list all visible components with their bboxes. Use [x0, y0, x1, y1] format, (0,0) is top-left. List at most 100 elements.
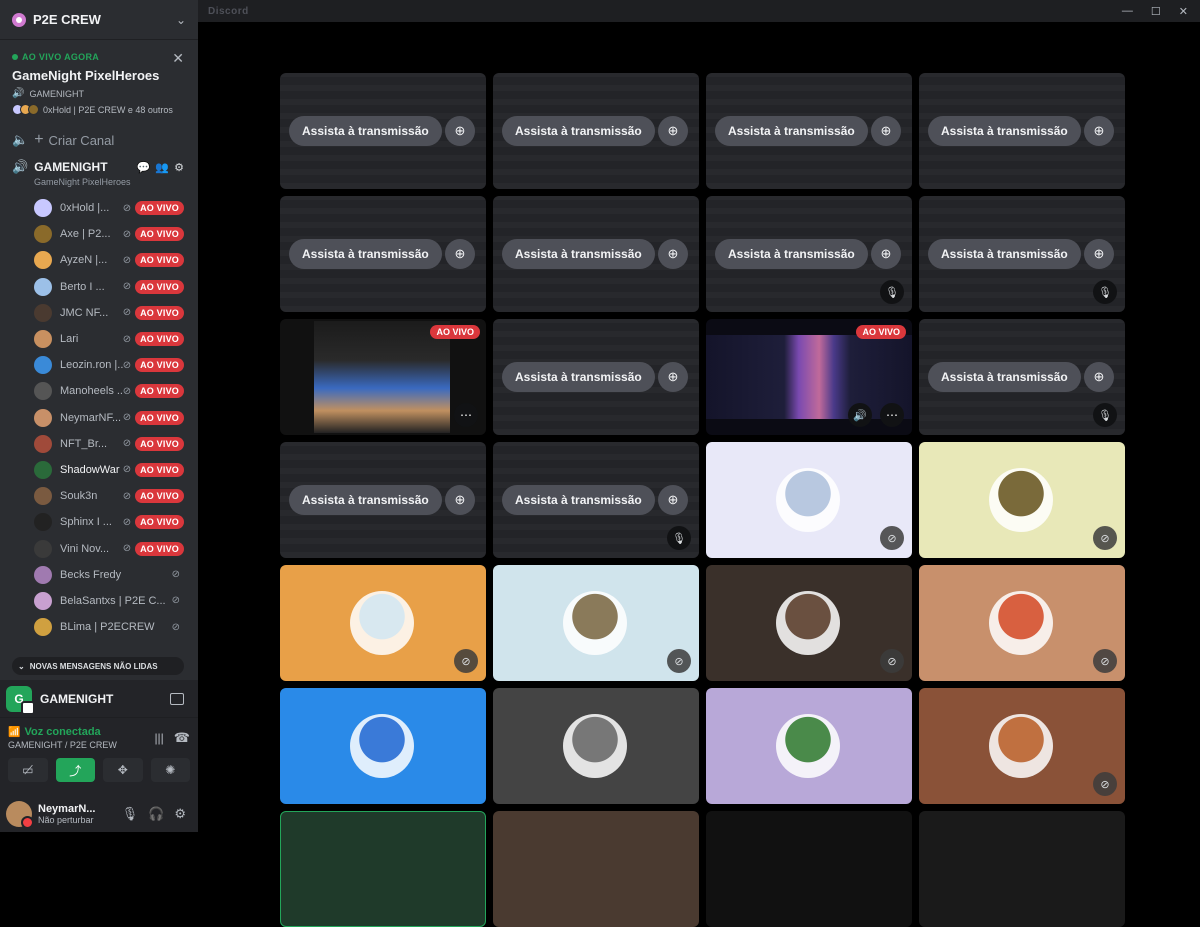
volume-icon[interactable]: 🔊	[848, 403, 872, 427]
watch-popout-icon[interactable]: ⊕	[1084, 116, 1114, 146]
participant-tile[interactable]: ⊘	[919, 565, 1125, 681]
voice-member[interactable]: Axe | P2... ⊘ AO VIVO	[34, 221, 198, 247]
voice-member[interactable]: AyzeN |... ⊘ AO VIVO	[34, 247, 198, 273]
watch-popout-icon[interactable]: ⊕	[658, 362, 688, 392]
watch-popout-icon[interactable]: ⊕	[658, 485, 688, 515]
gear-icon[interactable]: ⚙	[174, 161, 184, 174]
close-icon[interactable]: ✕	[1179, 5, 1188, 18]
microphone-icon[interactable]: 🎙	[122, 806, 139, 822]
watch-stream-button[interactable]: Assista à transmissão	[928, 239, 1081, 269]
watch-stream-button[interactable]: Assista à transmissão	[928, 116, 1081, 146]
stream-tile[interactable]: Assista à transmissão ⊕	[280, 73, 486, 189]
watch-popout-icon[interactable]: ⊕	[445, 116, 475, 146]
voice-member[interactable]: Leozin.ron |... ⊘ AO VIVO	[34, 352, 198, 378]
username[interactable]: NeymarN...	[38, 803, 122, 815]
voice-status[interactable]: Voz conectada	[24, 726, 100, 738]
more-options-icon[interactable]: ⋯	[880, 403, 904, 427]
stream-tile[interactable]: Assista à transmissão ⊕	[493, 196, 699, 312]
screen-icon[interactable]	[170, 692, 184, 705]
minimize-icon[interactable]: —	[1122, 5, 1133, 18]
camera-off-button[interactable]: ▭̸	[8, 758, 48, 782]
disconnect-icon[interactable]: ☎	[174, 730, 190, 746]
share-screen-button[interactable]: ⤴	[55, 758, 95, 782]
voice-member[interactable]: JMC NF... ⊘ AO VIVO	[34, 300, 198, 326]
stream-tile[interactable]: Assista à transmissão ⊕ 🎙	[919, 319, 1125, 435]
stream-tile[interactable]: Assista à transmissão ⊕ 🎙	[493, 442, 699, 558]
noise-suppression-icon[interactable]: |||	[154, 731, 163, 745]
close-icon[interactable]: ✕	[172, 50, 184, 67]
watch-stream-button[interactable]: Assista à transmissão	[715, 116, 868, 146]
soundboard-button[interactable]: ✺	[150, 758, 190, 782]
voice-member[interactable]: ShadowWar ⊘ AO VIVO	[34, 457, 198, 483]
participant-tile[interactable]	[280, 688, 486, 804]
watch-popout-icon[interactable]: ⊕	[445, 239, 475, 269]
more-options-icon[interactable]: ⋯	[454, 403, 478, 427]
avatar[interactable]	[6, 801, 34, 829]
voice-member[interactable]: Lari ⊘ AO VIVO	[34, 326, 198, 352]
stream-tile[interactable]: Assista à transmissão ⊕	[280, 196, 486, 312]
stream-tile[interactable]: Assista à transmissão ⊕ 🎙	[919, 196, 1125, 312]
participant-tile[interactable]	[493, 811, 699, 927]
watch-popout-icon[interactable]: ⊕	[658, 116, 688, 146]
participant-tile[interactable]: ⊘	[280, 565, 486, 681]
participant-tile[interactable]: ⊘	[919, 442, 1125, 558]
participant-tile[interactable]	[919, 811, 1125, 927]
stream-tile[interactable]: Assista à transmissão ⊕	[493, 319, 699, 435]
gear-icon[interactable]: ⚙	[174, 806, 186, 822]
stream-tile[interactable]: Assista à transmissão ⊕ 🎙	[706, 196, 912, 312]
stream-tile[interactable]: Assista à transmissão ⊕	[280, 442, 486, 558]
watch-stream-button[interactable]: Assista à transmissão	[289, 485, 442, 515]
watch-popout-icon[interactable]: ⊕	[1084, 239, 1114, 269]
voice-location[interactable]: GAMENIGHT / P2E CREW	[8, 740, 154, 750]
watch-stream-button[interactable]: Assista à transmissão	[928, 362, 1081, 392]
stream-tile[interactable]: Assista à transmissão ⊕	[919, 73, 1125, 189]
watch-popout-icon[interactable]: ⊕	[871, 239, 901, 269]
participant-tile[interactable]	[493, 688, 699, 804]
stream-tile[interactable]: Assista à transmissão ⊕	[706, 73, 912, 189]
voice-member[interactable]: 0xHold |... ⊘ AO VIVO	[34, 195, 198, 221]
voice-member[interactable]: Souk3n ⊘ AO VIVO	[34, 483, 198, 509]
maximize-icon[interactable]: ☐	[1151, 5, 1161, 18]
voice-member[interactable]: Becks Fredy ⊘	[34, 562, 198, 588]
chevron-down-icon[interactable]: ⌄	[176, 13, 186, 27]
event-title[interactable]: GameNight PixelHeroes	[12, 68, 186, 83]
watch-stream-button[interactable]: Assista à transmissão	[715, 239, 868, 269]
watch-popout-icon[interactable]: ⊕	[871, 116, 901, 146]
participant-tile[interactable]	[706, 811, 912, 927]
watch-stream-button[interactable]: Assista à transmissão	[502, 485, 655, 515]
stream-tile[interactable]: 🔊 AO VIVO ⋯	[706, 319, 912, 435]
watch-stream-button[interactable]: Assista à transmissão	[502, 116, 655, 146]
live-event-card[interactable]: AO VIVO AGORA ✕ GameNight PixelHeroes 🔊 G…	[0, 40, 198, 123]
add-member-icon[interactable]: 👥	[155, 161, 169, 174]
watch-popout-icon[interactable]: ⊕	[1084, 362, 1114, 392]
voice-member[interactable]: Sphinx I ... ⊘ AO VIVO	[34, 509, 198, 535]
participant-tile[interactable]: ⊘	[493, 565, 699, 681]
participant-tile[interactable]: ⊘	[706, 442, 912, 558]
headphones-icon[interactable]: 🎧	[148, 806, 164, 822]
voice-member[interactable]: BelaSantxs | P2E C... ⊘	[34, 588, 198, 614]
participant-tile[interactable]	[706, 688, 912, 804]
create-channel-button[interactable]: 🔈 + Criar Canal	[0, 123, 198, 155]
watch-stream-button[interactable]: Assista à transmissão	[502, 239, 655, 269]
activities-button[interactable]: ✥	[103, 758, 143, 782]
participant-tile[interactable]: ⊘	[919, 688, 1125, 804]
chat-icon[interactable]: 💬	[137, 161, 151, 174]
stream-tile[interactable]: Assista à transmissão ⊕	[493, 73, 699, 189]
unread-messages-banner[interactable]: ⌄ NOVAS MENSAGENS NÃO LIDAS	[12, 657, 184, 675]
watch-stream-button[interactable]: Assista à transmissão	[289, 116, 442, 146]
voice-member[interactable]: BLima | P2ECREW ⊘	[34, 614, 198, 640]
activity-row[interactable]: G GAMENIGHT	[0, 680, 198, 718]
server-header[interactable]: P2E CREW ⌄	[0, 0, 198, 40]
watch-popout-icon[interactable]: ⊕	[658, 239, 688, 269]
voice-channel-gamenight[interactable]: 🔊 GAMENIGHT 💬 👥 ⚙	[0, 155, 198, 175]
voice-member[interactable]: NeymarNF... ⊘ AO VIVO	[34, 405, 198, 431]
voice-member[interactable]: Berto I ... ⊘ AO VIVO	[34, 274, 198, 300]
stream-tile[interactable]: AO VIVO ⋯	[280, 319, 486, 435]
watch-stream-button[interactable]: Assista à transmissão	[502, 362, 655, 392]
participant-tile[interactable]	[280, 811, 486, 927]
participant-tile[interactable]: ⊘	[706, 565, 912, 681]
voice-member[interactable]: Vini Nov... ⊘ AO VIVO	[34, 535, 198, 561]
watch-stream-button[interactable]: Assista à transmissão	[289, 239, 442, 269]
voice-member[interactable]: NFT_Br... ⊘ AO VIVO	[34, 431, 198, 457]
watch-popout-icon[interactable]: ⊕	[445, 485, 475, 515]
